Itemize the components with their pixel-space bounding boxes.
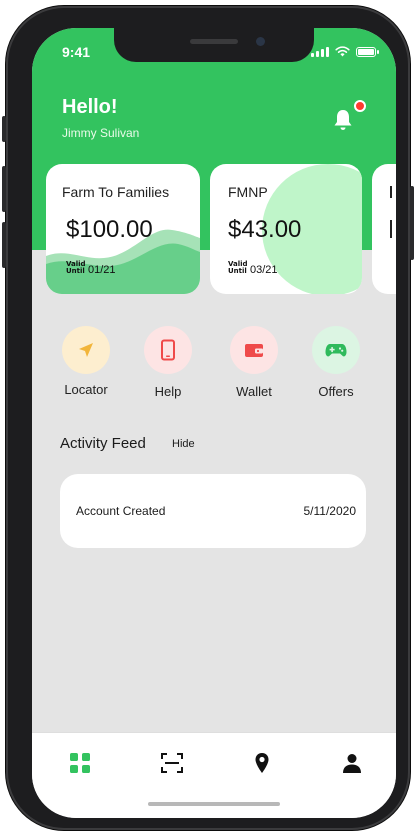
phone-frame: 9:41 Hello! Jimmy Sulivan Farm To Famili… bbox=[2, 6, 414, 830]
camera-notch bbox=[114, 28, 314, 62]
status-time: 9:41 bbox=[62, 44, 91, 60]
volume-down-button bbox=[2, 222, 6, 268]
home-indicator[interactable] bbox=[148, 802, 280, 806]
wifi-icon bbox=[335, 46, 350, 57]
app-screen: 9:41 Hello! Jimmy Sulivan Farm To Famili… bbox=[32, 28, 396, 818]
volume-up-button bbox=[2, 166, 6, 212]
benefit-card-fmnp[interactable]: FMNP $43.00 Valid Until 03/21 bbox=[210, 164, 362, 294]
card-title: FMNP bbox=[228, 184, 268, 200]
action-wallet-circle bbox=[230, 326, 278, 374]
battery-icon bbox=[356, 47, 379, 57]
send-icon bbox=[79, 343, 93, 357]
valid-until-date: 01/21 bbox=[88, 264, 116, 276]
user-name: Jimmy Sulivan bbox=[62, 126, 140, 140]
tab-scan[interactable] bbox=[158, 749, 186, 777]
action-label: Help bbox=[154, 384, 182, 399]
action-help-circle bbox=[144, 326, 192, 374]
grid-icon bbox=[70, 753, 90, 773]
cellular-signal-icon bbox=[311, 46, 329, 57]
status-icons bbox=[311, 46, 379, 57]
activity-feed-item[interactable]: Account Created 5/11/2020 bbox=[60, 474, 366, 548]
bell-icon[interactable] bbox=[332, 108, 354, 132]
valid-until-label: Valid Until bbox=[228, 260, 248, 275]
activity-date: 5/11/2020 bbox=[303, 504, 357, 518]
benefit-card-peek[interactable] bbox=[372, 164, 396, 294]
action-label: Wallet bbox=[236, 384, 272, 399]
silent-switch bbox=[2, 116, 6, 142]
activity-description: Account Created bbox=[76, 504, 166, 518]
action-label: Locator bbox=[64, 382, 108, 397]
activity-feed-hide-link[interactable]: Hide bbox=[172, 438, 195, 450]
activity-feed-title: Activity Feed bbox=[60, 435, 146, 452]
card-title: Farm To Families bbox=[62, 184, 170, 200]
action-wallet[interactable]: Wallet bbox=[222, 326, 286, 399]
card-amount: $43.00 bbox=[228, 216, 302, 243]
action-help[interactable]: Help bbox=[136, 326, 200, 399]
notification-badge bbox=[354, 100, 366, 112]
card-title-peek-mark bbox=[390, 186, 392, 198]
valid-until-date: 03/21 bbox=[250, 264, 278, 276]
tab-home[interactable] bbox=[66, 749, 94, 777]
greeting-title: Hello! bbox=[62, 96, 118, 118]
action-offers[interactable]: Offers bbox=[304, 326, 368, 399]
user-icon bbox=[343, 754, 361, 773]
front-camera bbox=[256, 37, 265, 46]
power-button bbox=[410, 186, 414, 260]
action-offers-circle bbox=[312, 326, 360, 374]
gamepad-icon bbox=[325, 344, 347, 357]
scan-icon bbox=[161, 753, 183, 773]
action-locator[interactable]: Locator bbox=[54, 326, 118, 397]
valid-until-label: Valid Until bbox=[66, 260, 86, 275]
wallet-icon bbox=[245, 344, 263, 357]
tab-profile[interactable] bbox=[338, 749, 366, 777]
card-amount-peek-mark bbox=[390, 220, 392, 238]
card-amount: $100.00 bbox=[66, 216, 153, 243]
tab-locations[interactable] bbox=[248, 749, 276, 777]
benefit-card-farm-to-families[interactable]: Farm To Families $100.00 Valid Until 01/… bbox=[46, 164, 200, 294]
location-pin-icon bbox=[255, 753, 269, 773]
speaker-grille bbox=[190, 39, 238, 44]
phone-icon bbox=[161, 339, 175, 361]
action-label: Offers bbox=[318, 384, 354, 399]
action-locator-circle bbox=[62, 326, 110, 374]
